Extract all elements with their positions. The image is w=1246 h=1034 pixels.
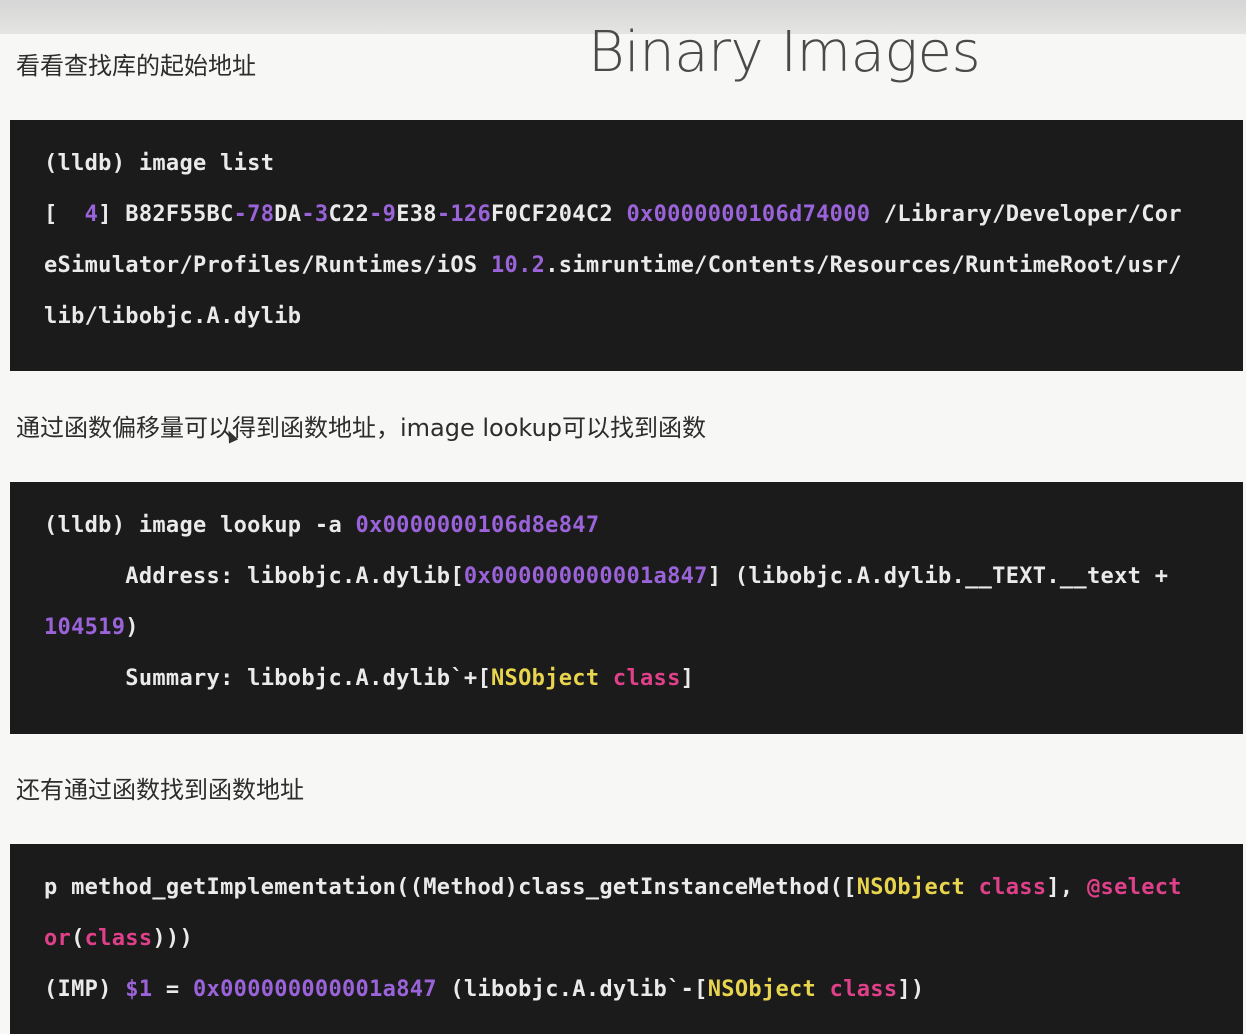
code-token: 0x0000000106d74000: [626, 202, 871, 227]
code-line: (IMP) $1 = 0x000000000001a847 (libobjc.A…: [44, 964, 1243, 1015]
code-line: 104519): [44, 602, 1243, 653]
code-token: (lldb) image list: [44, 151, 275, 176]
code-token: (libobjc.A.dylib`-[: [436, 977, 708, 1002]
code-token: lib/libobjc.A.dylib: [44, 304, 302, 329]
code-token: Address: libobjc.A.dylib[: [44, 564, 464, 589]
code-token: ] B82F55BC: [98, 202, 234, 227]
code-token: class: [829, 977, 898, 1002]
code-token: Summary: libobjc.A.dylib`+[: [44, 666, 491, 691]
code-block-image-list: (lldb) image list [ 4] B82F55BC-78DA-3C22…: [10, 120, 1243, 371]
code-token: or: [44, 926, 72, 951]
code-token: class: [84, 926, 153, 951]
code-token: ]): [897, 977, 925, 1002]
caption-library-start-address: 看看查找库的起始地址: [16, 52, 256, 80]
code-token: (: [71, 926, 85, 951]
code-token: class: [612, 666, 681, 691]
code-token: =: [152, 977, 194, 1002]
code-token: -9: [369, 202, 397, 227]
code-token: ): [125, 615, 139, 640]
code-token: -3: [301, 202, 329, 227]
code-token: C22: [328, 202, 370, 227]
code-token: -78: [233, 202, 275, 227]
code-token: @select: [1087, 875, 1182, 900]
code-line: p method_getImplementation((Method)class…: [44, 862, 1243, 913]
code-token: 4: [84, 202, 99, 227]
code-token: NSObject: [707, 977, 817, 1002]
code-token: NSObject: [491, 666, 600, 691]
code-line: [ 4] B82F55BC-78DA-3C22-9E38-126F0CF204C…: [44, 189, 1243, 240]
code-token: (IMP): [44, 977, 126, 1002]
code-token: /Library/Developer/Cor: [870, 202, 1182, 227]
code-token: class: [978, 875, 1047, 900]
code-block-get-implementation: p method_getImplementation((Method)class…: [10, 844, 1243, 1034]
code-token: 10.2: [491, 253, 546, 278]
code-line: lib/libobjc.A.dylib: [44, 291, 1243, 342]
code-line: eSimulator/Profiles/Runtimes/iOS 10.2.si…: [44, 240, 1243, 291]
code-line: Summary: libobjc.A.dylib`+[NSObject clas…: [44, 653, 1243, 704]
code-line: or(class))): [44, 913, 1243, 964]
code-token: ] (libobjc.A.dylib.__TEXT.__text +: [707, 564, 1169, 589]
code-token: F0CF204C2: [491, 202, 627, 227]
code-token: E38: [396, 202, 437, 227]
code-token: 0x000000000001a847: [193, 977, 437, 1002]
code-token: 104519: [44, 615, 126, 640]
code-line: (lldb) image list: [44, 138, 1243, 189]
code-token: NSObject: [856, 875, 966, 900]
code-token: -126: [436, 202, 492, 227]
code-token: .simruntime/Contents/Resources/RuntimeRo…: [545, 253, 1182, 278]
code-token: 0x0000000106d8e847: [355, 513, 600, 538]
code-line: (lldb) image lookup -a 0x0000000106d8e84…: [44, 500, 1243, 551]
code-token: DA: [274, 202, 302, 227]
caption-image-lookup: 通过函数偏移量可以得到函数地址，image lookup可以找到函数: [16, 414, 707, 442]
code-token: 0x000000000001a847: [463, 564, 708, 589]
code-token: ],: [1046, 875, 1088, 900]
code-token: p method_getImplementation((Method)class…: [44, 875, 857, 900]
code-token: ]: [680, 666, 695, 691]
caption-function-address: 还有通过函数找到函数地址: [16, 776, 304, 804]
code-token: $1: [125, 977, 153, 1002]
code-token: [: [44, 202, 85, 227]
code-token: eSimulator/Profiles/Runtimes/iOS: [44, 253, 491, 278]
code-block-image-lookup: (lldb) image lookup -a 0x0000000106d8e84…: [10, 482, 1243, 734]
code-token: (lldb) image lookup -a: [44, 513, 356, 538]
code-token: ))): [152, 926, 194, 951]
code-line: Address: libobjc.A.dylib[0x000000000001a…: [44, 551, 1243, 602]
slide-title: Binary Images: [588, 20, 981, 85]
